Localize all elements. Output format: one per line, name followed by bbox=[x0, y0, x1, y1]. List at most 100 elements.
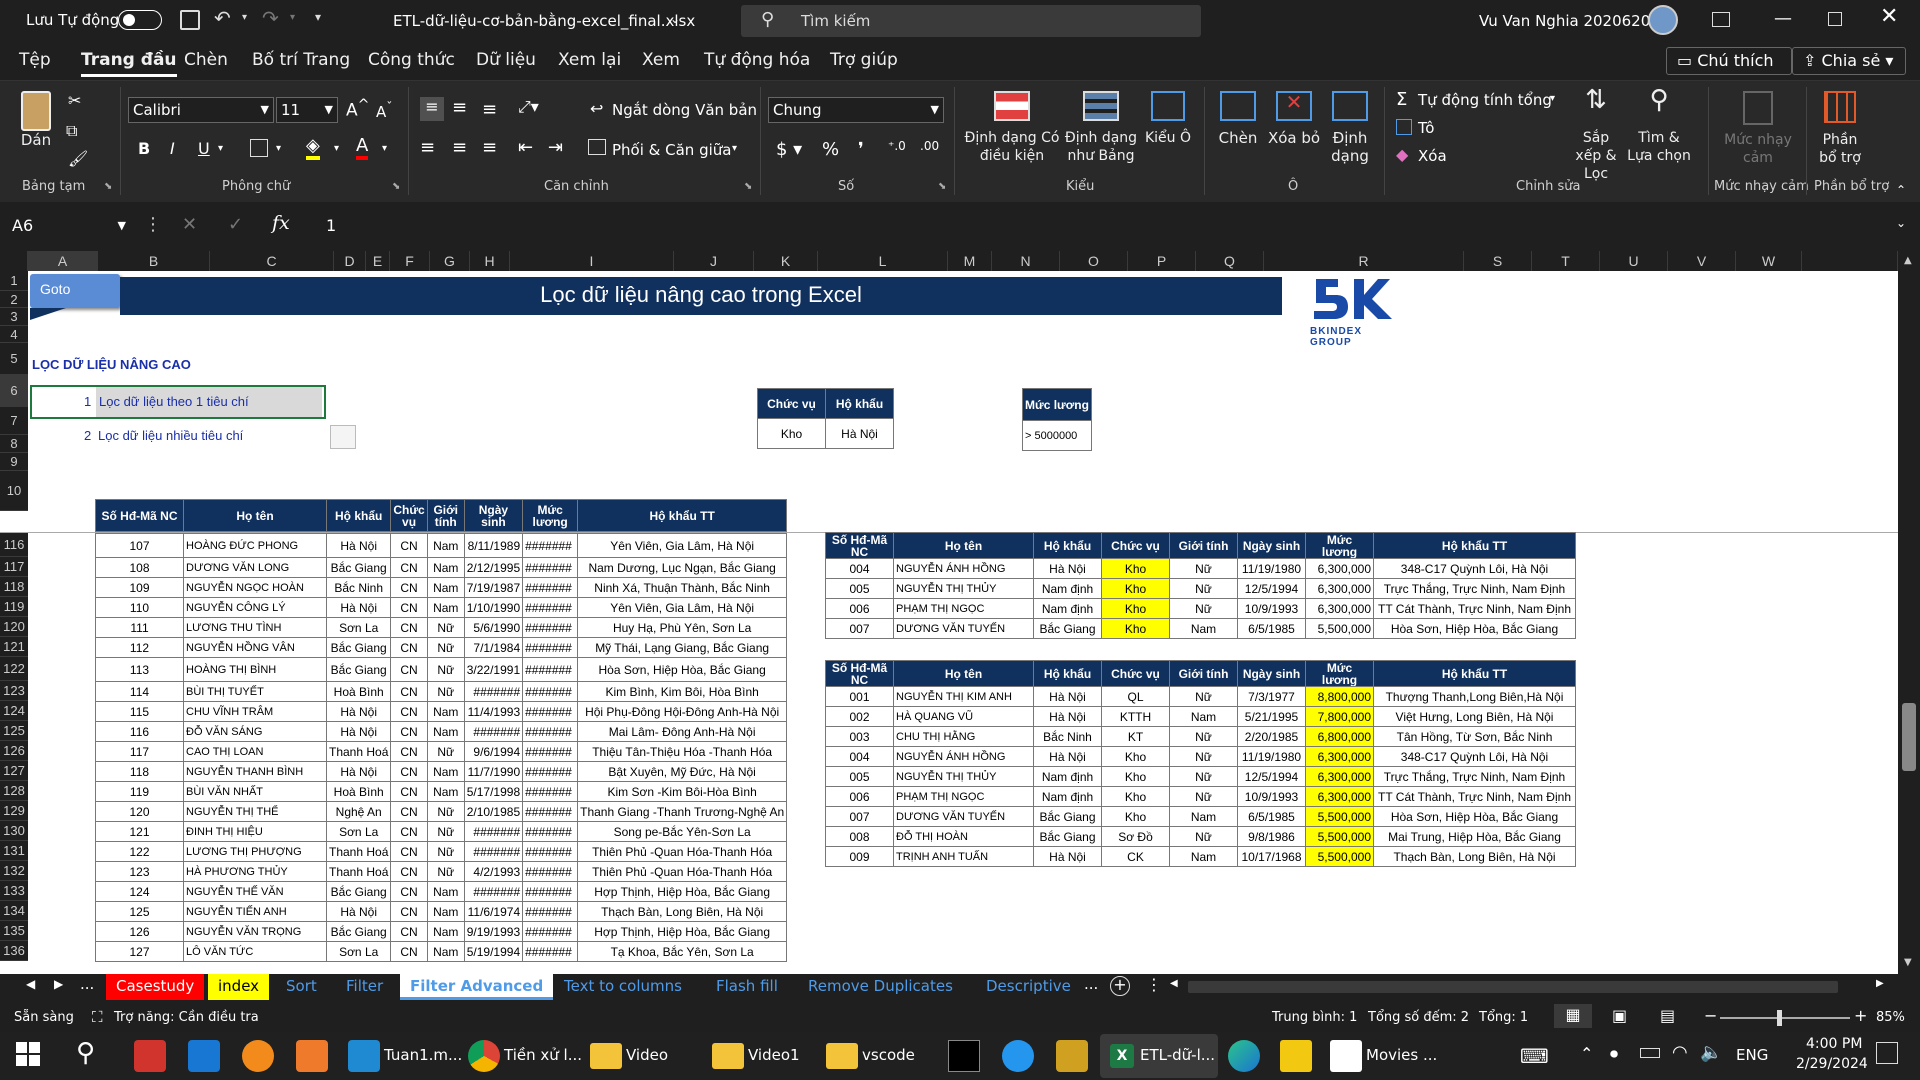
table-cell[interactable]: Hoà Bình bbox=[325, 781, 392, 802]
table-header[interactable]: Ngày sinh bbox=[463, 499, 524, 532]
folder-icon[interactable] bbox=[712, 1043, 744, 1069]
table-cell[interactable]: ĐỖ THỊ HOÀN bbox=[893, 826, 1034, 847]
search-box[interactable]: ⚲ Tìm kiếm bbox=[741, 5, 1201, 37]
table-cell[interactable]: Nam định bbox=[1033, 766, 1102, 787]
table-cell[interactable]: CN bbox=[390, 657, 428, 682]
table-cell[interactable]: NGUYỄN THẾ VĂN bbox=[183, 881, 327, 902]
table-cell[interactable]: Nam bbox=[426, 881, 465, 902]
table-row[interactable]: 006 PHẠM THỊ NGỌC Nam định Kho Nữ 10/9/1993 6,… bbox=[825, 598, 1576, 619]
table-cell[interactable]: Nữ bbox=[1169, 746, 1238, 767]
row-header[interactable]: 129 bbox=[0, 801, 28, 821]
merge-center-icon[interactable] bbox=[588, 139, 606, 155]
table-header[interactable]: Chức vụ bbox=[1101, 532, 1170, 559]
number-launcher-icon[interactable]: ⬊ bbox=[938, 181, 946, 192]
table-cell[interactable]: 001 bbox=[825, 686, 894, 707]
table-cell[interactable]: Sơn La bbox=[325, 821, 392, 842]
table-cell[interactable]: NGUYỄN ÁNH HỒNG bbox=[893, 558, 1034, 579]
table-cell[interactable]: 11/6/1974 bbox=[463, 901, 524, 922]
table-cell[interactable]: NGUYỄN THỊ THỦY bbox=[893, 578, 1034, 599]
table-cell[interactable]: 9/6/1994 bbox=[463, 741, 524, 762]
table-cell[interactable]: 2/20/1985 bbox=[1237, 726, 1306, 747]
table-row[interactable]: 109 NGUYỄN NGỌC HOÀN Bắc Ninh CN Nam 7/19/198… bbox=[95, 577, 788, 598]
table-cell[interactable]: Thạch Bàn, Long Biên, Hà Nội bbox=[577, 901, 788, 922]
table-row[interactable]: 119 BÙI VĂN NHẤT Hoà Bình CN Nam 5/17/1998 ###… bbox=[95, 781, 788, 802]
table-cell[interactable]: ####### bbox=[522, 761, 579, 782]
table-cell[interactable]: NGUYỄN ÁNH HỒNG bbox=[893, 746, 1034, 767]
table-cell[interactable]: Kho bbox=[1101, 558, 1170, 579]
borders-icon[interactable] bbox=[250, 139, 268, 157]
criteria-cell[interactable]: > 5000000 bbox=[1022, 420, 1092, 451]
table-cell[interactable]: Bắc Giang bbox=[325, 921, 392, 942]
row-header[interactable]: 131 bbox=[0, 841, 28, 861]
table-cell[interactable]: 119 bbox=[95, 781, 184, 802]
tab-help[interactable]: Trợ giúp bbox=[830, 50, 898, 70]
table-cell[interactable]: Kho bbox=[1101, 618, 1170, 639]
tab-home[interactable]: Trang đầu bbox=[81, 50, 177, 77]
table-cell[interactable]: 5/6/1990 bbox=[463, 617, 524, 638]
table-header[interactable]: Họ tên bbox=[893, 532, 1034, 559]
option-1[interactable]: 1 Lọc dữ liệu theo 1 tiêu chí bbox=[30, 385, 326, 419]
percent-icon[interactable]: % bbox=[822, 139, 839, 160]
battery-icon[interactable] bbox=[1640, 1048, 1660, 1058]
goto-button[interactable]: Goto bbox=[30, 274, 120, 308]
movies-icon[interactable] bbox=[1330, 1040, 1362, 1072]
table-cell[interactable]: Mai Lâm- Đông Anh-Hà Nội bbox=[577, 721, 788, 742]
tab-prev-icon[interactable]: ◀ bbox=[26, 977, 35, 991]
table-cell[interactable]: HOÀNG ĐỨC PHONG bbox=[183, 533, 327, 558]
column-header[interactable]: S bbox=[1464, 251, 1532, 271]
table-cell[interactable]: Nam định bbox=[1033, 598, 1102, 619]
column-header[interactable]: E bbox=[366, 251, 390, 271]
table-cell[interactable]: 009 bbox=[825, 846, 894, 867]
zoom-in-icon[interactable]: + bbox=[1854, 1006, 1867, 1025]
table-header[interactable]: Hộ khẩu bbox=[1033, 532, 1102, 559]
table-cell[interactable]: 117 bbox=[95, 741, 184, 762]
row-header[interactable]: 130 bbox=[0, 821, 28, 841]
table-cell[interactable]: CN bbox=[390, 801, 428, 822]
table-header[interactable]: Số Hđ-Mã NC bbox=[95, 499, 184, 532]
table-row[interactable]: 113 HOÀNG THỊ BÌNH Bắc Giang CN Nữ 3/22/1991 #… bbox=[95, 657, 788, 682]
docker-icon[interactable] bbox=[1002, 1040, 1034, 1072]
increase-indent-icon[interactable]: ⇥ bbox=[548, 137, 563, 158]
table-cell[interactable]: 8,800,000 bbox=[1305, 686, 1374, 707]
table-cell[interactable]: ####### bbox=[522, 801, 579, 822]
customize-qat-icon[interactable]: ▾ bbox=[315, 10, 321, 24]
row-header[interactable]: 125 bbox=[0, 721, 28, 741]
table-cell[interactable]: 127 bbox=[95, 941, 184, 962]
row-header[interactable]: 119 bbox=[0, 597, 28, 617]
row-header[interactable]: 126 bbox=[0, 741, 28, 761]
column-header[interactable]: C bbox=[210, 251, 334, 271]
table-row[interactable]: 007 DƯƠNG VĂN TUYẾN Bắc Giang Kho Nam 6/5/198… bbox=[825, 806, 1576, 827]
underline-icon[interactable]: U bbox=[198, 139, 210, 158]
table-cell[interactable]: Kho bbox=[1101, 766, 1170, 787]
tab-review[interactable]: Xem lại bbox=[558, 50, 621, 70]
tab-next-icon[interactable]: ▶ bbox=[54, 977, 63, 991]
table-cell[interactable]: Trực Thắng, Trực Ninh, Nam Định bbox=[1373, 578, 1576, 599]
increase-font-icon[interactable]: A^ bbox=[346, 97, 370, 121]
autosum-icon[interactable]: Σ bbox=[1396, 89, 1407, 110]
table-cell[interactable]: 006 bbox=[825, 598, 894, 619]
maximize-icon[interactable] bbox=[1828, 12, 1842, 26]
table-cell[interactable]: 7/3/1977 bbox=[1237, 686, 1306, 707]
table-cell[interactable]: 9/19/1993 bbox=[463, 921, 524, 942]
sort-filter-button[interactable]: ⇅ Sắp xếp & Lọc bbox=[1568, 87, 1624, 183]
table-cell[interactable]: Hà Nội bbox=[325, 901, 392, 922]
format-cells-button[interactable]: Định dạng bbox=[1322, 91, 1378, 165]
table-cell[interactable]: Nữ bbox=[1169, 598, 1238, 619]
accessibility-icon[interactable]: ⛶ bbox=[92, 1008, 103, 1026]
table-cell[interactable]: 110 bbox=[95, 597, 184, 618]
table-cell[interactable]: 005 bbox=[825, 766, 894, 787]
orientation-icon[interactable]: ⤢▾ bbox=[518, 97, 539, 117]
taskbar-app-label[interactable]: Video1 bbox=[748, 1046, 800, 1064]
edge-icon[interactable] bbox=[1228, 1040, 1260, 1072]
column-header[interactable]: L bbox=[818, 251, 948, 271]
criteria-cell[interactable]: Hà Nội bbox=[825, 418, 894, 449]
sheet-tab-flash-fill[interactable]: Flash fill bbox=[706, 974, 788, 1000]
table-cell[interactable]: 125 bbox=[95, 901, 184, 922]
user-name[interactable]: Vu Van Nghia 20206205 bbox=[1479, 12, 1660, 30]
table-cell[interactable]: ####### bbox=[522, 681, 579, 702]
table-header[interactable]: Chức vụ bbox=[1101, 660, 1170, 687]
table-header[interactable]: Hộ khẩu TT bbox=[577, 499, 788, 532]
table-cell[interactable]: 124 bbox=[95, 881, 184, 902]
borders-dropdown-icon[interactable]: ▾ bbox=[276, 143, 281, 154]
table-header[interactable]: Hộ khẩu bbox=[325, 499, 392, 532]
